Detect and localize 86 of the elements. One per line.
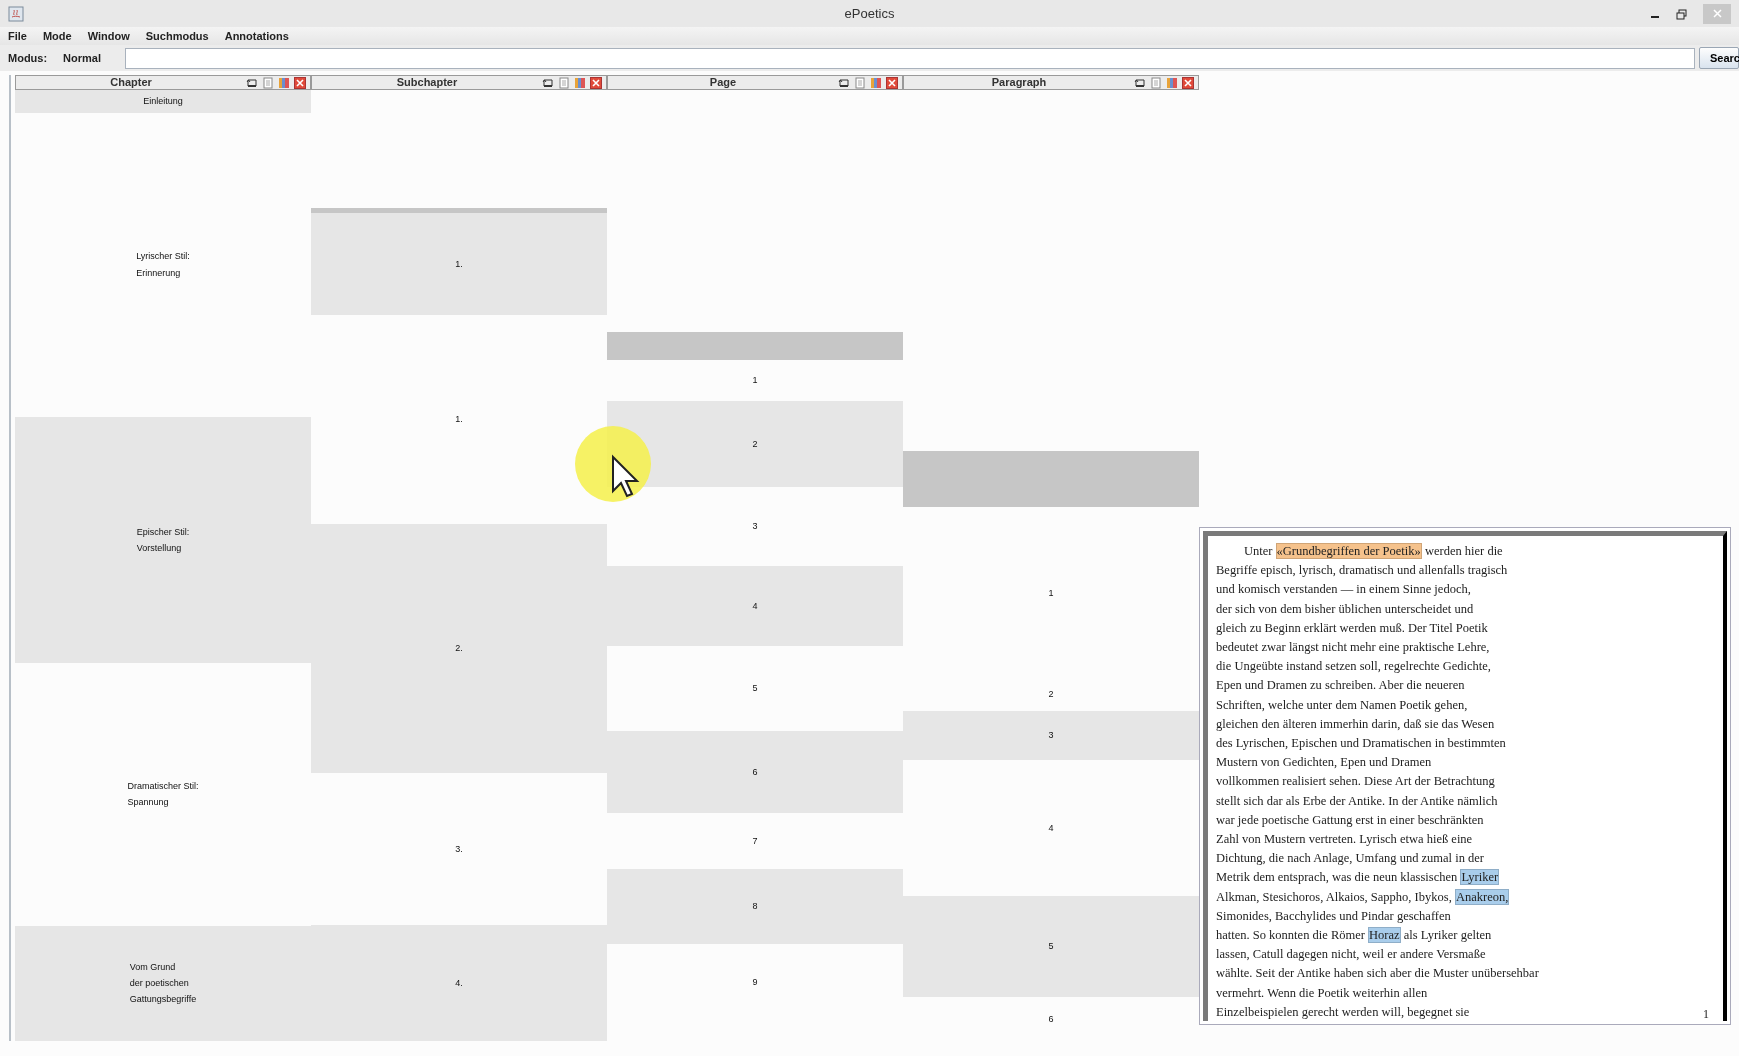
text-line: Schriften, welche unter dem Namen Poetik gehen,: [1216, 696, 1468, 714]
cell-label: Einleitung: [143, 95, 183, 109]
text-line: Alkman, Stesichoros, Alkaios, Sappho, Ibykos, Anakreon,: [1216, 887, 1510, 907]
text-line: Dichtung, die nach Anlage, Umfang und zumal in der: [1216, 850, 1484, 868]
mode-value: Normal: [63, 50, 101, 66]
text-line: stellt sich dar als Erbe der Antike. In der Antike nämlich: [1216, 792, 1498, 810]
cell-label: 2: [752, 437, 758, 451]
tree-cell[interactable]: 1.: [311, 213, 607, 315]
text-line: Zahl von Mustern vertreten. Lyrisch etwa hieß eine: [1216, 831, 1473, 849]
cell-label: 1: [752, 374, 758, 388]
cell-label: 5: [752, 682, 758, 696]
tree-cell[interactable]: 4: [607, 566, 903, 646]
cell-label: 5: [1048, 940, 1054, 954]
text-line: lassen, Catull dagegen nicht, weil er andere Versmaße: [1216, 946, 1486, 964]
search-field[interactable]: [125, 47, 1695, 69]
columns-icon[interactable]: [1166, 76, 1178, 89]
page-number: 1: [1703, 1007, 1709, 1021]
text-line: Einzelbeispielen gerecht werden will, begegnet sie: [1216, 1003, 1470, 1021]
text-line: bedeutet zwar längst nicht mehr eine praktische Lehre,: [1216, 639, 1490, 656]
menu-item[interactable]: Mode: [42, 27, 72, 45]
close-icon[interactable]: [886, 76, 898, 89]
menu-item[interactable]: Annotations: [224, 27, 289, 45]
text-line: der sich von dem bisher üblichen unterscheidet und: [1216, 600, 1474, 618]
text-line: hatten. So konnten die Römer Horaz als Lyriker gelten: [1216, 926, 1492, 946]
text-line: vollkommen realisiert sehen. Diese Art der Betrachtung: [1216, 773, 1495, 791]
cell-label: 6: [752, 765, 758, 779]
cell-label: 4.: [455, 976, 463, 990]
tree-cell[interactable]: 5: [903, 896, 1199, 997]
cell-label: 2: [1048, 688, 1054, 702]
refresh-icon[interactable]: [838, 76, 850, 89]
close-icon[interactable]: [590, 76, 602, 89]
cell-label: 3.: [455, 842, 463, 856]
tree-cell[interactable]: 4.: [311, 924, 607, 1041]
cell-label: 9: [752, 976, 758, 990]
text-line: Metrik dem entsprach, was die neun klassischen Lyriker: [1216, 868, 1500, 888]
tree-cell[interactable]: Einleitung: [15, 90, 311, 113]
tree-cell[interactable]: Epischer Stil: Vorstellung: [15, 416, 311, 664]
cell-label: 2.: [455, 642, 463, 656]
restore-icon[interactable]: [1676, 7, 1687, 20]
cell-label: Dramatischer Stil: Spannung: [127, 780, 199, 810]
cell-label: 6: [1048, 1012, 1054, 1026]
tree-cell[interactable]: 3: [903, 710, 1199, 760]
text-line: gleichen den älteren immerhin darin, daß sie das Wesen: [1216, 715, 1495, 733]
text-line: Mustern von Gedichten, Epen und Dramen: [1216, 754, 1432, 772]
columns-icon[interactable]: [574, 76, 586, 89]
cell-label: Epischer Stil: Vorstellung: [136, 525, 190, 555]
menu-item[interactable]: Window: [87, 27, 130, 45]
menu-item[interactable]: File: [8, 27, 27, 45]
tree-cell[interactable]: Vom Grund der poetischen Gattungsbegriffe: [15, 925, 311, 1041]
menu-item[interactable]: Suchmodus: [145, 27, 209, 45]
columns-icon[interactable]: [278, 76, 290, 89]
tree-cell[interactable]: 6: [607, 731, 903, 813]
text-line: Epen und Dramen zu schreiben. Aber die neueren: [1216, 677, 1465, 695]
cell-label: 1.: [455, 413, 463, 427]
text-line: des Lyrischen, Epischen und Dramatischen in bestimmten: [1216, 735, 1506, 753]
cell-label: 7: [752, 834, 758, 848]
refresh-icon[interactable]: [542, 76, 554, 89]
cell-label: 4: [752, 599, 758, 613]
cell-label: Lyrischer Stil: Erinnerung: [136, 250, 190, 280]
text-line: und komisch verstanden — in einem Sinne jedoch,: [1216, 581, 1471, 599]
cell-label: 4: [1048, 821, 1054, 835]
cell-label: Vom Grund der poetischen Gattungsbegriffe: [129, 961, 197, 1007]
tree-cell[interactable]: 8: [607, 869, 903, 944]
text-line: Simonides, Bacchylides und Pindar geschaffen: [1216, 907, 1451, 925]
refresh-icon[interactable]: [1134, 76, 1146, 89]
text-line: vermehrt. Wenn die Poetik weiterhin allen: [1216, 984, 1428, 1002]
search-button[interactable]: Searc: [1699, 47, 1739, 69]
tree-cell[interactable]: 2.: [311, 524, 607, 773]
tree-cell[interactable]: 2: [607, 401, 903, 487]
text-line: wählte. Seit der Antike haben sich aber die Muster unübersehbar: [1216, 965, 1539, 983]
close-icon[interactable]: [1182, 76, 1194, 89]
cell-label: 1: [1048, 586, 1054, 600]
text-line: Unter «Grundbegriffen der Poetik» werden hier die: [1243, 542, 1503, 561]
text-line: Begriffe episch, lyrisch, dramatisch und allenfalls tragisch: [1216, 562, 1508, 580]
text-line: die Ungeübte instand setzen soll, regelrechte Gedichte,: [1216, 658, 1491, 676]
cell-label: 3: [1048, 729, 1054, 743]
columns-icon[interactable]: [870, 76, 882, 89]
text-line: gleich zu Beginn erklärt werden muß. Der Titel Poetik: [1216, 619, 1488, 637]
refresh-icon[interactable]: [246, 76, 258, 89]
cell-label: 1.: [455, 258, 463, 271]
window-title: ePoetics: [844, 4, 895, 23]
cell-label: 8: [752, 900, 758, 914]
close-icon[interactable]: [294, 76, 306, 89]
mode-label: Modus:: [8, 50, 48, 66]
text-line: war jede poetische Gattung erst in einer beschränkten: [1216, 811, 1484, 829]
cell-label: 3: [752, 520, 758, 534]
